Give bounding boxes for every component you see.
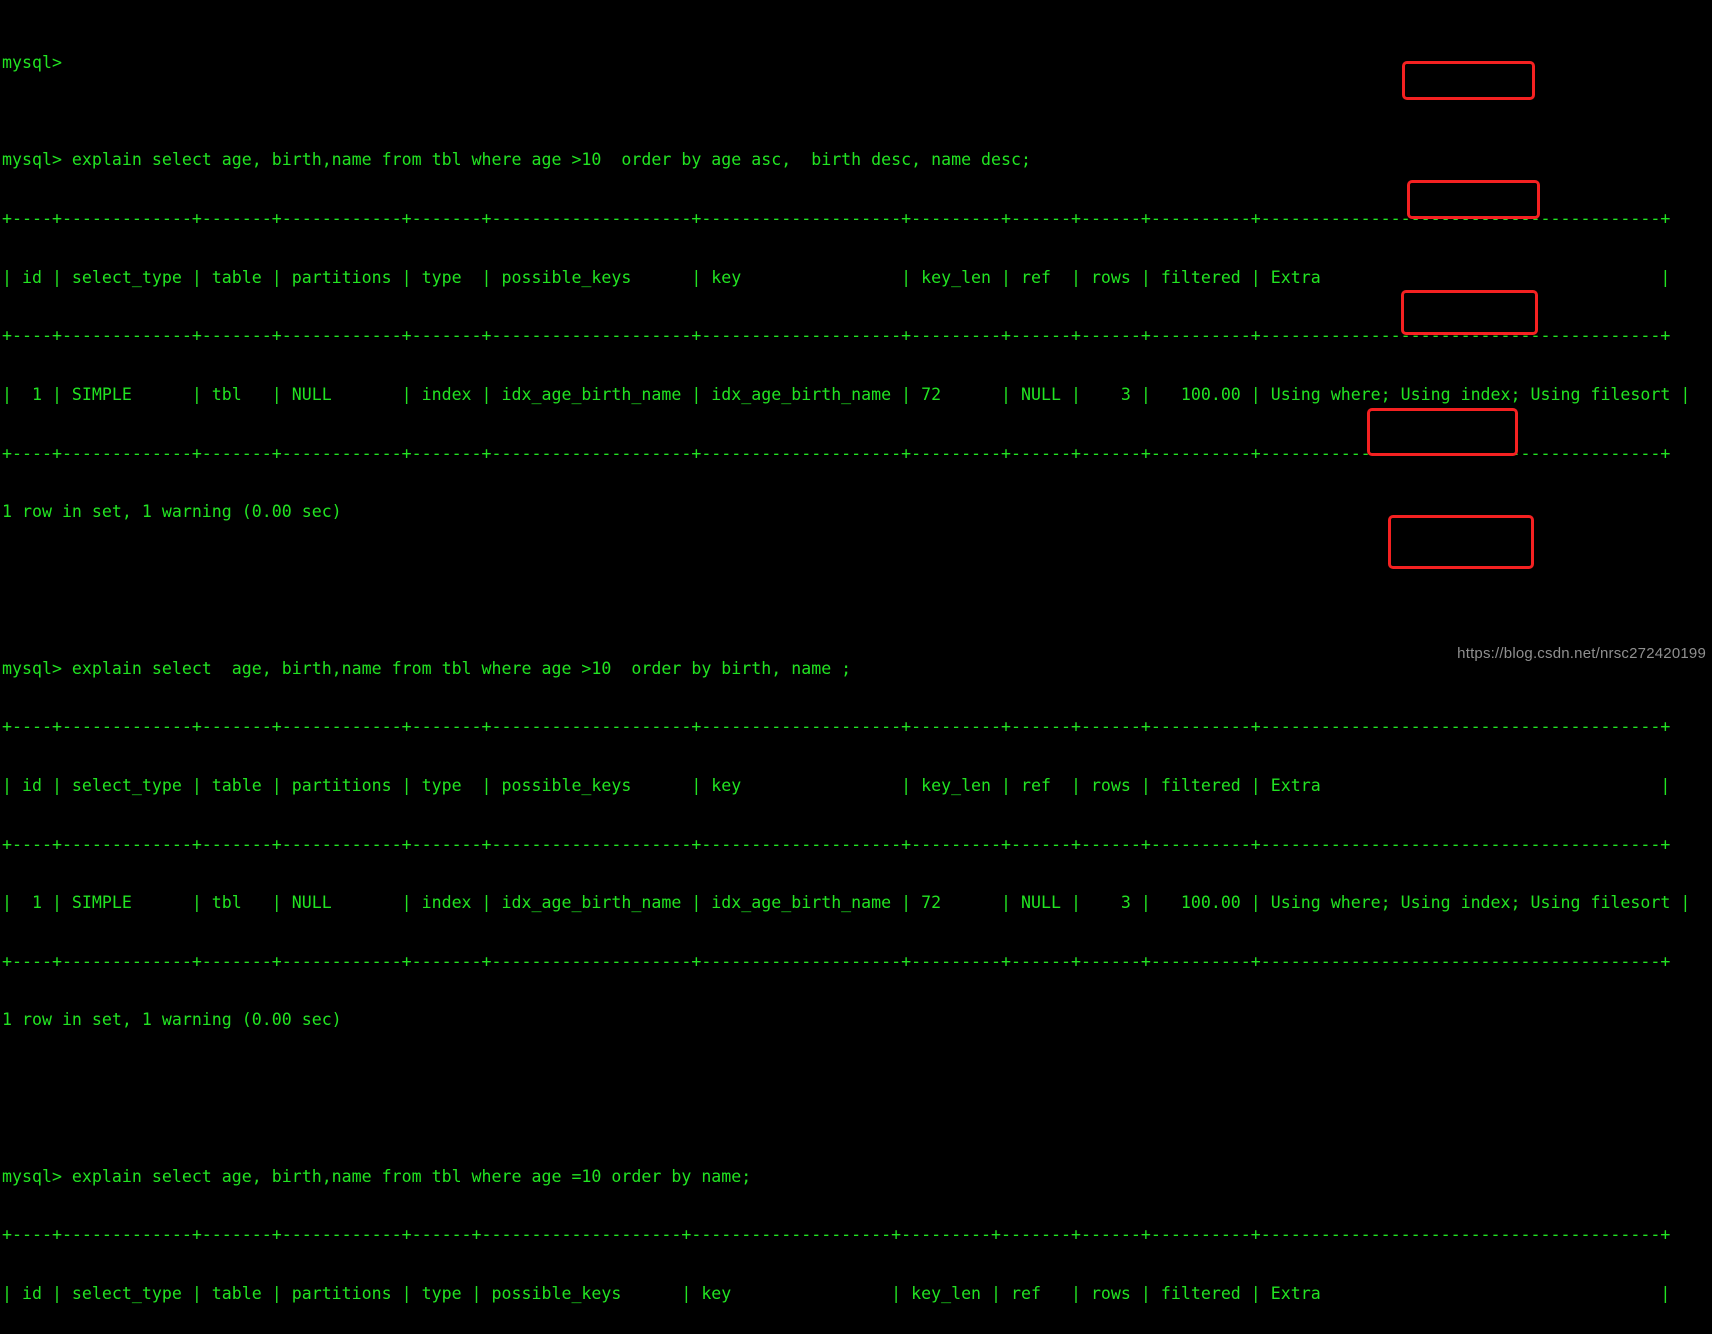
command-line: mysql> explain select age, birth,name fr… bbox=[2, 1166, 752, 1186]
result-footer: 1 row in set, 1 warning (0.00 sec) bbox=[2, 1010, 342, 1030]
table-separator-mid: +----+-------------+-------+------------… bbox=[2, 326, 1671, 346]
table-separator-top: +----+-------------+-------+------------… bbox=[2, 1225, 1671, 1245]
table-separator-top: +----+-------------+-------+------------… bbox=[2, 209, 1671, 229]
table-header-row: | id | select_type | table | partitions … bbox=[2, 1284, 1671, 1304]
terminal-output[interactable]: mysql> mysql> explain select age, birth,… bbox=[2, 0, 1690, 1334]
table-row: | 1 | SIMPLE | tbl | NULL | index | idx_… bbox=[2, 384, 1691, 404]
terminal-window: mysql> mysql> explain select age, birth,… bbox=[0, 0, 1712, 1303]
table-separator-top: +----+-------------+-------+------------… bbox=[2, 717, 1671, 737]
command-line: mysql> explain select age, birth,name fr… bbox=[2, 150, 1031, 170]
table-separator-mid: +----+-------------+-------+------------… bbox=[2, 834, 1671, 854]
table-separator-bottom: +----+-------------+-------+------------… bbox=[2, 443, 1671, 463]
prompt-line-initial: mysql> bbox=[2, 52, 62, 72]
table-header-row: | id | select_type | table | partitions … bbox=[2, 267, 1671, 287]
table-row: | 1 | SIMPLE | tbl | NULL | index | idx_… bbox=[2, 893, 1691, 913]
result-footer: 1 row in set, 1 warning (0.00 sec) bbox=[2, 502, 342, 522]
table-separator-bottom: +----+-------------+-------+------------… bbox=[2, 951, 1671, 971]
watermark-text: https://blog.csdn.net/nrsc272420199 bbox=[1457, 645, 1706, 663]
command-line: mysql> explain select age, birth,name fr… bbox=[2, 658, 852, 678]
table-header-row: | id | select_type | table | partitions … bbox=[2, 775, 1671, 795]
